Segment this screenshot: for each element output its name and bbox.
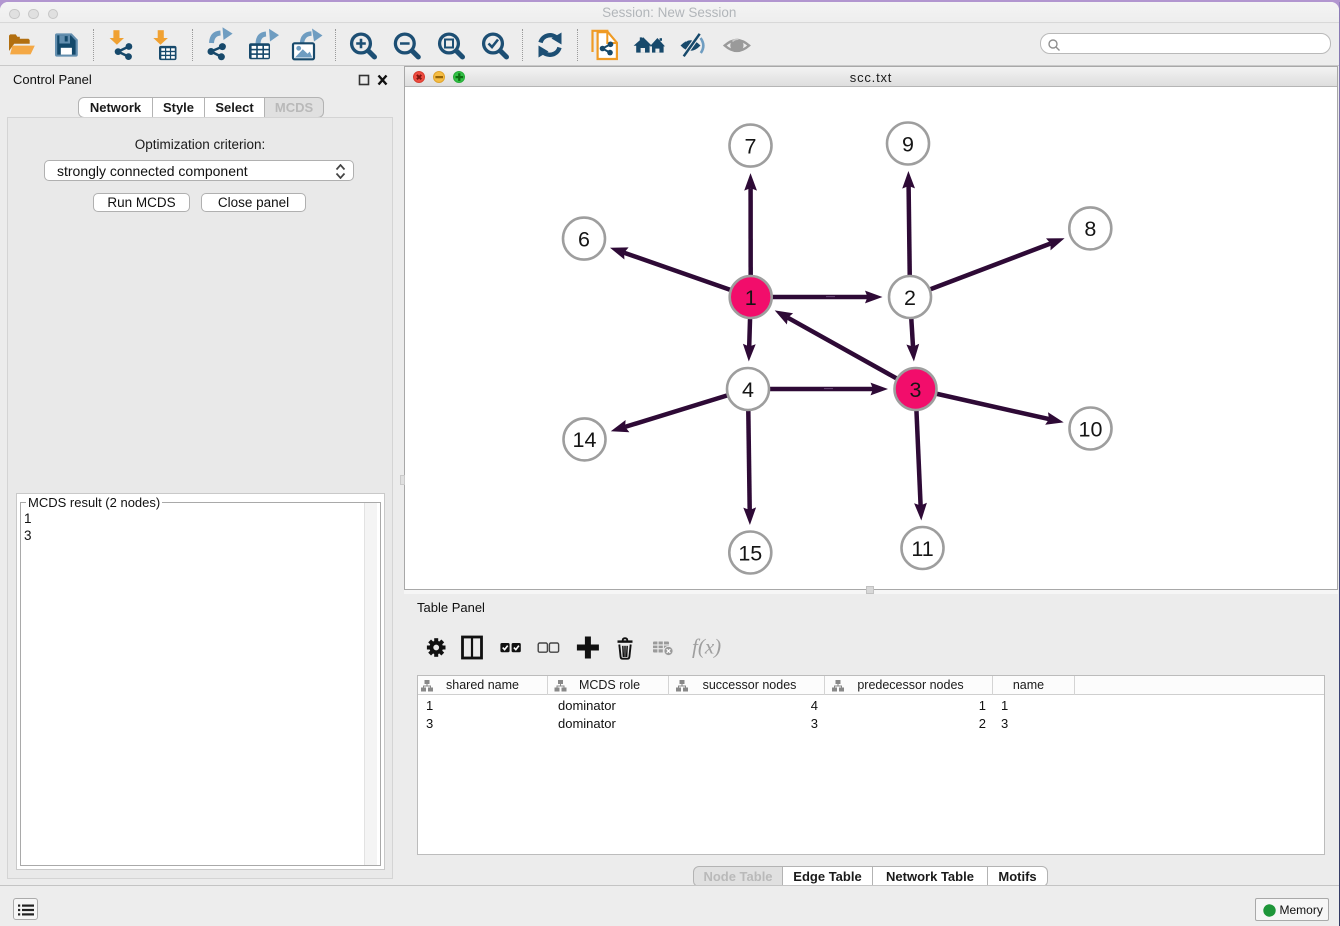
svg-text:14: 14 bbox=[573, 428, 597, 452]
svg-text:6: 6 bbox=[578, 227, 590, 251]
svg-text:3: 3 bbox=[910, 378, 922, 402]
svg-text:2: 2 bbox=[904, 286, 916, 310]
svg-text:9: 9 bbox=[902, 132, 914, 156]
svg-text:8: 8 bbox=[1084, 217, 1096, 241]
svg-text:f(x): f(x) bbox=[692, 635, 721, 659]
svg-text:15: 15 bbox=[738, 541, 762, 565]
svg-text:4: 4 bbox=[742, 378, 754, 402]
svg-text:1: 1 bbox=[745, 286, 757, 310]
svg-text:11: 11 bbox=[911, 537, 933, 561]
svg-text:10: 10 bbox=[1079, 417, 1103, 441]
svg-text:7: 7 bbox=[745, 134, 757, 158]
